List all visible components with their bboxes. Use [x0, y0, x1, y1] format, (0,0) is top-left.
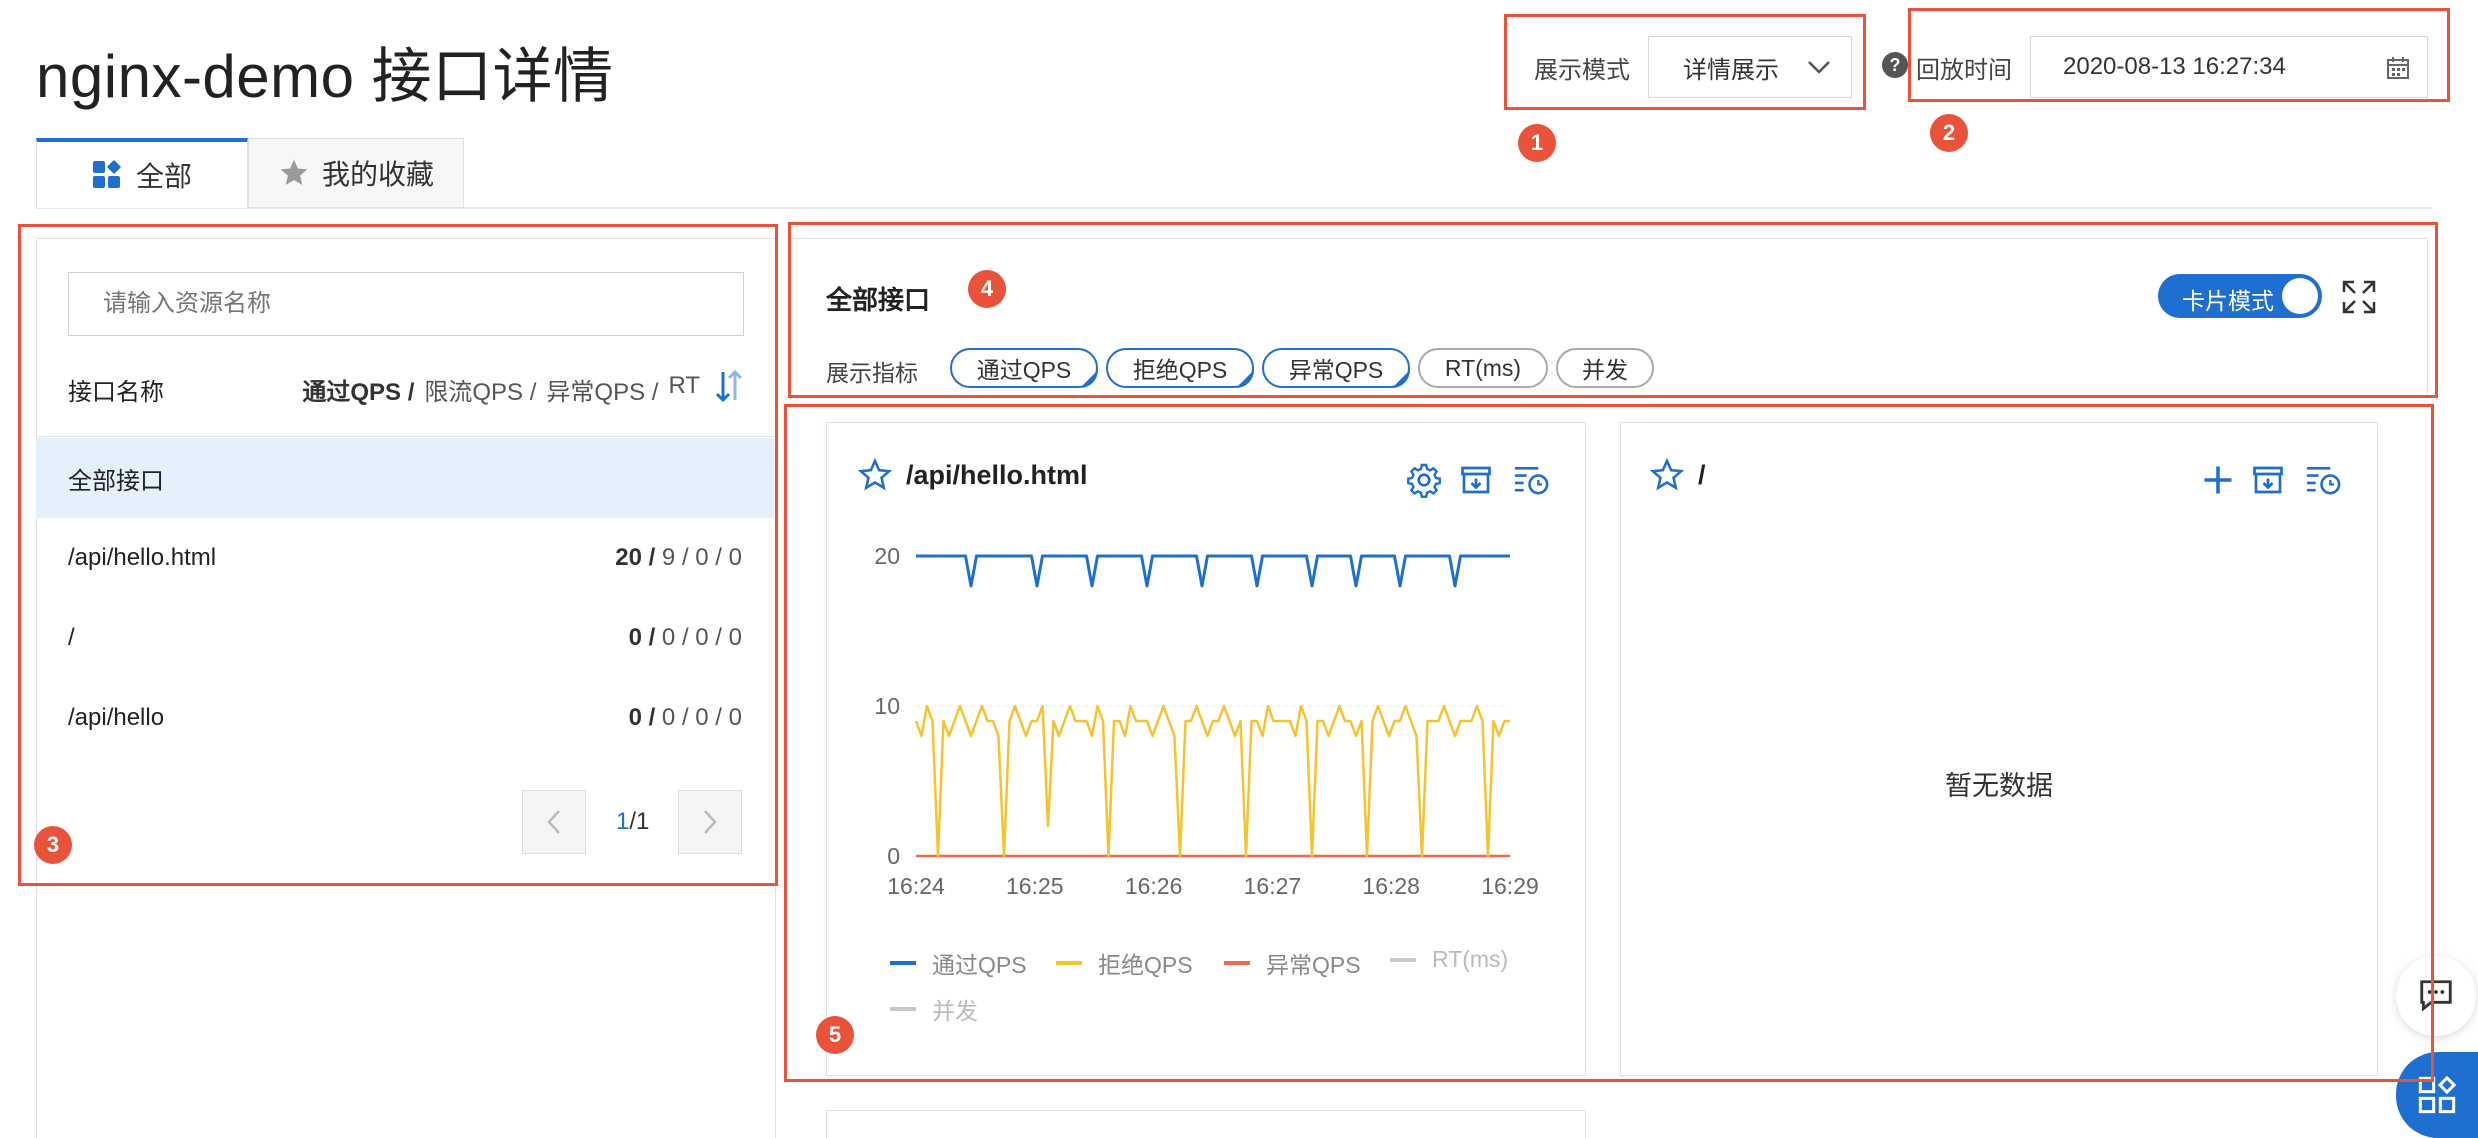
col-header-metrics: 通过QPS / 限流QPS / 异常QPS / RT [290, 372, 700, 407]
apps-button[interactable] [2396, 1052, 2478, 1138]
legend-item-pass[interactable]: 通过QPS [890, 946, 1027, 980]
list-item[interactable]: / 0 / 0 / 0 / 0 [36, 598, 774, 678]
col-header-pass[interactable]: 通过QPS / [302, 372, 414, 407]
col-header-limit[interactable]: 限流QPS / [424, 372, 536, 407]
y-tick-label: 10 [874, 693, 900, 719]
calendar-icon[interactable] [2385, 55, 2411, 81]
card-title: /api/hello.html [906, 460, 1088, 490]
tab-favorites-label: 我的收藏 [321, 159, 434, 190]
chevron-left-icon [547, 810, 560, 834]
col-header-rt[interactable]: RT [668, 372, 700, 407]
annotation-badge-1: 1 [1518, 124, 1556, 162]
display-mode-value: 详情展示 [1683, 56, 1779, 84]
star-outline-icon[interactable] [858, 458, 892, 492]
x-tick-label: 16:24 [887, 873, 945, 899]
metric-pill-error[interactable]: 异常QPS [1262, 348, 1410, 388]
x-tick-label: 16:26 [1125, 873, 1183, 899]
annotation-badge-5: 5 [816, 1016, 854, 1054]
metric-pill-reject[interactable]: 拒绝QPS [1106, 348, 1254, 388]
archive-icon[interactable] [1458, 462, 1494, 498]
replay-time-label: 回放时间 [1916, 57, 2012, 84]
series-line-0 [916, 554, 1510, 588]
list-item-name: /api/hello [68, 704, 165, 731]
chevron-down-icon [1808, 61, 1830, 74]
tab-all[interactable]: 全部 [36, 138, 248, 208]
star-outline-icon[interactable] [1650, 458, 1684, 492]
y-tick-label: 0 [887, 843, 900, 869]
card-mode-label: 卡片模式 [2182, 288, 2274, 314]
chevron-right-icon [704, 810, 717, 834]
metric-pill-concurrency[interactable]: 并发 [1556, 348, 1654, 388]
col-header-error[interactable]: 异常QPS / [546, 372, 658, 407]
legend-item-rt[interactable]: RT(ms) [1390, 946, 1508, 973]
x-tick-label: 16:27 [1244, 873, 1302, 899]
replay-time-value: 2020-08-13 16:27:34 [2063, 53, 2286, 80]
list-item-values: 0 / 0 / 0 / 0 [628, 624, 742, 651]
annotation-badge-3: 3 [34, 826, 72, 864]
star-filled-icon [280, 159, 308, 185]
empty-state-text: 暂无数据 [1945, 771, 2053, 801]
x-tick-label: 16:28 [1362, 873, 1420, 899]
apps-icon [2418, 1075, 2457, 1114]
history-icon[interactable] [1512, 462, 1550, 498]
metrics-label: 展示指标 [826, 360, 918, 386]
legend-item-concurrency[interactable]: 并发 [890, 992, 978, 1026]
series-line-1 [914, 704, 1510, 858]
legend-item-reject[interactable]: 拒绝QPS [1056, 946, 1193, 980]
pagination-indicator: 1/1 [616, 808, 650, 835]
tab-all-label: 全部 [135, 161, 192, 192]
prev-page-button[interactable] [522, 790, 586, 854]
list-item-name: / [68, 624, 75, 651]
history-icon[interactable] [2304, 462, 2342, 498]
annotation-badge-4: 4 [968, 270, 1006, 308]
list-divider [37, 436, 775, 437]
list-item-name: 全部接口 [68, 467, 164, 495]
resource-search-input[interactable] [68, 272, 744, 336]
annotation-badge-2: 2 [1930, 114, 1968, 152]
metric-pill-rt[interactable]: RT(ms) [1418, 348, 1548, 388]
display-mode-label: 展示模式 [1534, 57, 1630, 84]
sort-icon[interactable] [714, 370, 744, 402]
dashboard-icon [92, 160, 121, 188]
list-item-values: 0 / 0 / 0 / 0 [628, 704, 742, 731]
feedback-button[interactable] [2396, 956, 2476, 1036]
qps-line-chart: 0 10 20 16:24 16:25 16:26 16:27 16:28 16:29 [874, 543, 1539, 899]
tab-favorites[interactable]: 我的收藏 [248, 138, 464, 208]
help-icon[interactable]: ? [1882, 52, 1908, 78]
page-title: nginx-demo 接口详情 [36, 43, 614, 110]
card-title: / [1698, 460, 1706, 490]
fullscreen-icon[interactable] [2342, 280, 2376, 314]
plus-icon[interactable] [2200, 462, 2236, 498]
list-item-name: /api/hello.html [68, 544, 217, 571]
list-item-values: 20 / 9 / 0 / 0 [615, 544, 742, 571]
toggle-knob [2282, 278, 2318, 314]
x-tick-label: 16:25 [1006, 873, 1064, 899]
x-tick-label: 16:29 [1481, 873, 1539, 899]
metric-pill-pass[interactable]: 通过QPS [950, 348, 1098, 388]
display-mode-select[interactable]: 详情展示 [1648, 36, 1852, 98]
list-item[interactable]: /api/hello.html 20 / 9 / 0 / 0 [36, 518, 774, 598]
y-tick-label: 20 [874, 543, 900, 569]
replay-time-input[interactable]: 2020-08-13 16:27:34 [2030, 36, 2428, 98]
legend-item-error[interactable]: 异常QPS [1224, 946, 1361, 980]
resource-card [1620, 422, 2378, 1076]
list-item-all[interactable]: 全部接口 [36, 438, 774, 518]
section-title: 全部接口 [826, 285, 931, 315]
gear-icon[interactable] [1406, 462, 1442, 498]
list-item[interactable]: /api/hello 0 / 0 / 0 / 0 [36, 678, 774, 758]
chat-icon [2420, 980, 2452, 1012]
next-page-button[interactable] [678, 790, 742, 854]
card-mode-toggle[interactable]: 卡片模式 [2158, 274, 2322, 318]
archive-icon[interactable] [2250, 462, 2286, 498]
resource-card-next [826, 1110, 1586, 1138]
col-header-name: 接口名称 [68, 379, 164, 406]
